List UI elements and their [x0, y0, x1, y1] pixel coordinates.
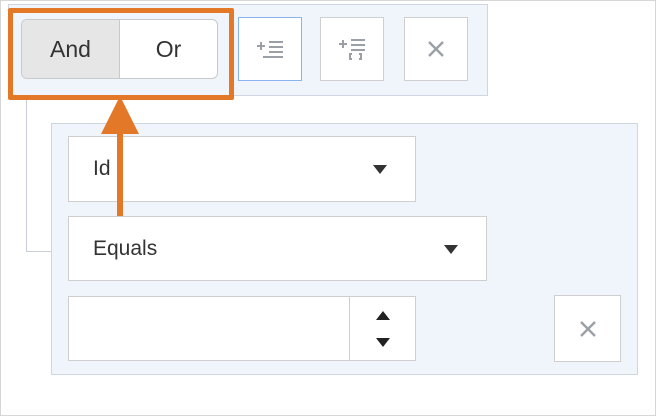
operator-select[interactable]: Equals: [68, 216, 487, 281]
decrement-arrow-icon[interactable]: [375, 338, 390, 347]
delete-rule-button[interactable]: [554, 295, 621, 362]
increment-arrow-icon[interactable]: [375, 311, 390, 320]
add-group-icon: [339, 39, 365, 60]
add-rule-button[interactable]: [238, 17, 302, 81]
chevron-down-icon: [444, 244, 458, 254]
field-select-value: Id: [93, 157, 111, 180]
highlight-box: [8, 8, 234, 100]
value-number-input[interactable]: [68, 296, 416, 361]
operator-select-value: Equals: [93, 236, 158, 260]
chevron-down-icon: [373, 165, 387, 174]
add-group-button[interactable]: [320, 17, 384, 81]
tree-connector-horizontal: [26, 251, 52, 252]
value-spinner: [349, 297, 415, 360]
annotation-arrow-shaft: [117, 124, 123, 216]
delete-group-button[interactable]: [404, 17, 468, 81]
annotation-arrow-head: [101, 96, 139, 134]
close-icon: [579, 320, 596, 337]
close-icon: [428, 41, 444, 57]
add-rule-icon: [257, 41, 283, 58]
tree-connector-vertical: [26, 96, 27, 252]
